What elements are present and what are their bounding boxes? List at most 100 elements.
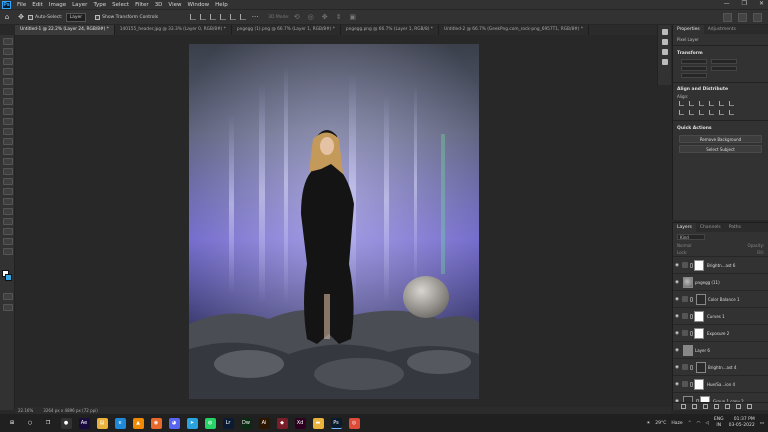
layer-row[interactable]: ◉ Brightn...ast 4 [673, 358, 768, 375]
layer-mask-thumb[interactable] [694, 327, 704, 339]
taskbar-photoshop-icon[interactable]: Ps [330, 417, 342, 429]
menu-3d[interactable]: 3D [152, 2, 166, 8]
taskbar-file-explorer-icon[interactable]: ▤ [96, 417, 108, 429]
eraser-tool-icon[interactable] [3, 148, 13, 155]
align-top-icon[interactable] [220, 14, 227, 20]
type-tool-icon[interactable] [3, 198, 13, 205]
tab-properties[interactable]: Properties [673, 25, 704, 34]
document-canvas[interactable] [189, 44, 479, 399]
taskbar-obs-icon[interactable]: ● [60, 417, 72, 429]
fill-label[interactable]: Fill: [757, 250, 764, 255]
history-brush-tool-icon[interactable] [3, 138, 13, 145]
auto-select-checkbox[interactable] [28, 14, 33, 20]
menu-type[interactable]: Type [90, 2, 109, 8]
menu-filter[interactable]: Filter [132, 2, 152, 8]
move-tool-icon[interactable]: ✥ [17, 13, 25, 21]
tab-untitled-2[interactable]: Untitled-2 @ 66.7% (GeekPng.com_rock-png… [438, 25, 589, 35]
lasso-tool-icon[interactable] [3, 58, 13, 65]
libraries-icon[interactable] [661, 59, 668, 65]
brush-tool-icon[interactable] [3, 118, 13, 125]
visibility-eye-icon[interactable]: ◉ [675, 348, 681, 353]
align-center-icon[interactable] [200, 14, 207, 20]
align-right-icon[interactable] [699, 101, 704, 106]
taskbar-unknown-icon[interactable]: ◆ [276, 417, 288, 429]
taskbar-whatsapp-icon[interactable]: ◍ [204, 417, 216, 429]
visibility-eye-icon[interactable]: ◉ [675, 365, 681, 370]
tab-layers[interactable]: Layers [673, 223, 696, 232]
3d-roll-icon[interactable]: ◎ [307, 13, 315, 21]
align-hcenter-icon[interactable] [689, 101, 694, 106]
align-left-icon[interactable] [679, 101, 684, 106]
tab-adjustments[interactable]: Adjustments [704, 25, 740, 34]
taskbar-vlc-icon[interactable]: ▲ [132, 417, 144, 429]
layer-row[interactable]: ◉ Curves 1 [673, 307, 768, 324]
transform-title[interactable]: Transform [673, 49, 768, 58]
visibility-eye-icon[interactable]: ◉ [675, 263, 681, 268]
path-select-tool-icon[interactable] [3, 208, 13, 215]
shape-tool-icon[interactable] [3, 218, 13, 225]
auto-select-dropdown[interactable]: Layer [65, 12, 87, 22]
3d-pan-icon[interactable]: ✥ [321, 13, 329, 21]
hand-tool-icon[interactable] [3, 228, 13, 235]
zoom-level[interactable]: 22.16% [18, 408, 33, 413]
distribute-2-icon[interactable] [689, 110, 694, 115]
taskbar-chrome-icon[interactable]: ◎ [348, 417, 360, 429]
taskbar-xd-icon[interactable]: Xd [294, 417, 306, 429]
menu-edit[interactable]: Edit [29, 2, 46, 8]
more-options-icon[interactable]: ··· [251, 13, 259, 21]
new-group-icon[interactable] [725, 404, 730, 409]
tab-pngegg[interactable]: pngegg.png @ 66.7% (Layer 1, RGB/8) * [340, 25, 439, 35]
distribute-6-icon[interactable] [729, 110, 734, 115]
distribute-3-icon[interactable] [699, 110, 704, 115]
layer-row[interactable]: ◉ Layer 6 [673, 341, 768, 358]
layer-row[interactable]: ◉ Color Balance 1 [673, 290, 768, 307]
select-subject-button[interactable]: Select Subject [679, 144, 762, 153]
transform-controls-checkbox[interactable] [95, 14, 101, 20]
tab-pngegg-1[interactable]: pngegg (1).png @ 66.7% (Layer 1, RGB/8#)… [231, 25, 341, 35]
tab-untitled-1[interactable]: Untitled-1 @ 22.2% (Layer 24, RGB/8#) * [15, 25, 115, 35]
healing-brush-tool-icon[interactable] [3, 108, 13, 115]
canvas-workspace[interactable] [15, 35, 671, 407]
remove-background-button[interactable]: Remove Background [679, 134, 762, 143]
play-icon[interactable] [661, 29, 668, 35]
align-bottom-icon[interactable] [240, 14, 247, 20]
visibility-eye-icon[interactable]: ◉ [675, 382, 681, 387]
taskbar-edge-icon[interactable]: e [114, 417, 126, 429]
align-left-icon[interactable] [190, 14, 197, 20]
minimize-button[interactable]: — [724, 0, 730, 7]
menu-layer[interactable]: Layer [69, 2, 90, 8]
blur-tool-icon[interactable] [3, 168, 13, 175]
quick-actions-title[interactable]: Quick Actions [673, 124, 768, 133]
layer-mask-thumb[interactable] [694, 310, 704, 322]
home-icon[interactable]: ⌂ [3, 13, 11, 21]
width-field[interactable] [681, 58, 707, 64]
background-color-swatch[interactable] [5, 274, 12, 281]
dodge-tool-icon[interactable] [3, 178, 13, 185]
menu-view[interactable]: View [165, 2, 184, 8]
blend-mode-dropdown[interactable]: Normal [677, 243, 691, 248]
lock-label[interactable]: Lock: [677, 250, 687, 255]
layer-mask-thumb[interactable] [694, 259, 704, 271]
frame-tool-icon[interactable] [3, 88, 13, 95]
new-layer-icon[interactable] [736, 404, 741, 409]
visibility-eye-icon[interactable]: ◉ [675, 297, 681, 302]
notification-icon[interactable]: ▭ [760, 421, 764, 426]
delete-layer-icon[interactable] [747, 404, 752, 409]
layer-row[interactable]: ◉ Brightn...ast 6 [673, 256, 768, 273]
layer-row[interactable]: ◉ Hue/Sa...ion 4 [673, 375, 768, 392]
taskbar-task-view-icon[interactable]: ❐ [42, 417, 54, 429]
brush-settings-icon[interactable] [661, 49, 668, 55]
visibility-eye-icon[interactable]: ◉ [675, 331, 681, 336]
3d-rotate-icon[interactable]: ⟲ [293, 13, 301, 21]
weather-desc[interactable]: Haze [671, 421, 682, 426]
taskbar-after-effects-icon[interactable]: Ae [78, 417, 90, 429]
angle-field[interactable] [681, 72, 707, 78]
align-bottom-icon[interactable] [729, 101, 734, 106]
adjustment-layer-icon[interactable] [714, 404, 719, 409]
tab-paths[interactable]: Paths [725, 223, 745, 232]
taskbar-search-icon[interactable]: ○ [24, 417, 36, 429]
distribute-5-icon[interactable] [719, 110, 724, 115]
layer-row[interactable]: ◉ pngegg (11) [673, 273, 768, 290]
gradient-tool-icon[interactable] [3, 158, 13, 165]
more-tools-icon[interactable] [3, 248, 13, 255]
